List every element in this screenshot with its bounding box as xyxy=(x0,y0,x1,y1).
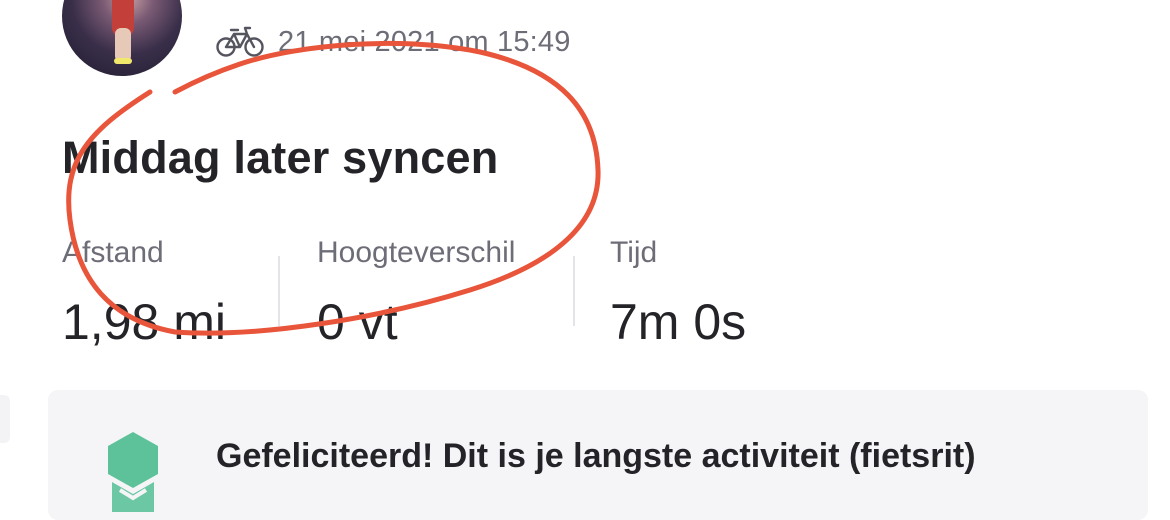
activity-date: 21 mei 2021 om 15:49 xyxy=(278,25,571,58)
achievement-text: Gefeliciteerd! Dit is je langste activit… xyxy=(216,437,976,475)
edge-card-fragment xyxy=(0,395,10,443)
stat-distance: Afstand 1,98 mi xyxy=(62,234,226,352)
avatar[interactable] xyxy=(62,0,182,76)
stat-divider xyxy=(278,256,280,326)
stat-elevation-value: 0 vt xyxy=(317,294,398,350)
activity-title[interactable]: Middag later syncen xyxy=(62,132,498,184)
activity-meta: 21 mei 2021 om 15:49 xyxy=(216,24,571,60)
stat-distance-value: 1,98 mi xyxy=(62,294,226,350)
stats-row: Afstand 1,98 mi Hoogteverschil 0 vt Tijd… xyxy=(62,234,822,354)
stat-time: Tijd 7m 0s xyxy=(610,234,746,352)
stat-time-value: 7m 0s xyxy=(610,294,747,350)
avatar-figure-shoe xyxy=(114,58,132,64)
bike-icon xyxy=(216,26,264,57)
stat-elevation-label: Hoogteverschil xyxy=(317,236,516,269)
achievement-card[interactable]: Gefeliciteerd! Dit is je langste activit… xyxy=(48,390,1148,520)
avatar-figure-legs xyxy=(115,28,131,62)
stat-divider xyxy=(573,256,575,326)
stat-elevation: Hoogteverschil 0 vt xyxy=(317,234,515,352)
stat-time-label: Tijd xyxy=(610,236,658,269)
stat-distance-label: Afstand xyxy=(62,236,164,269)
achievement-badge-icon xyxy=(108,432,158,512)
